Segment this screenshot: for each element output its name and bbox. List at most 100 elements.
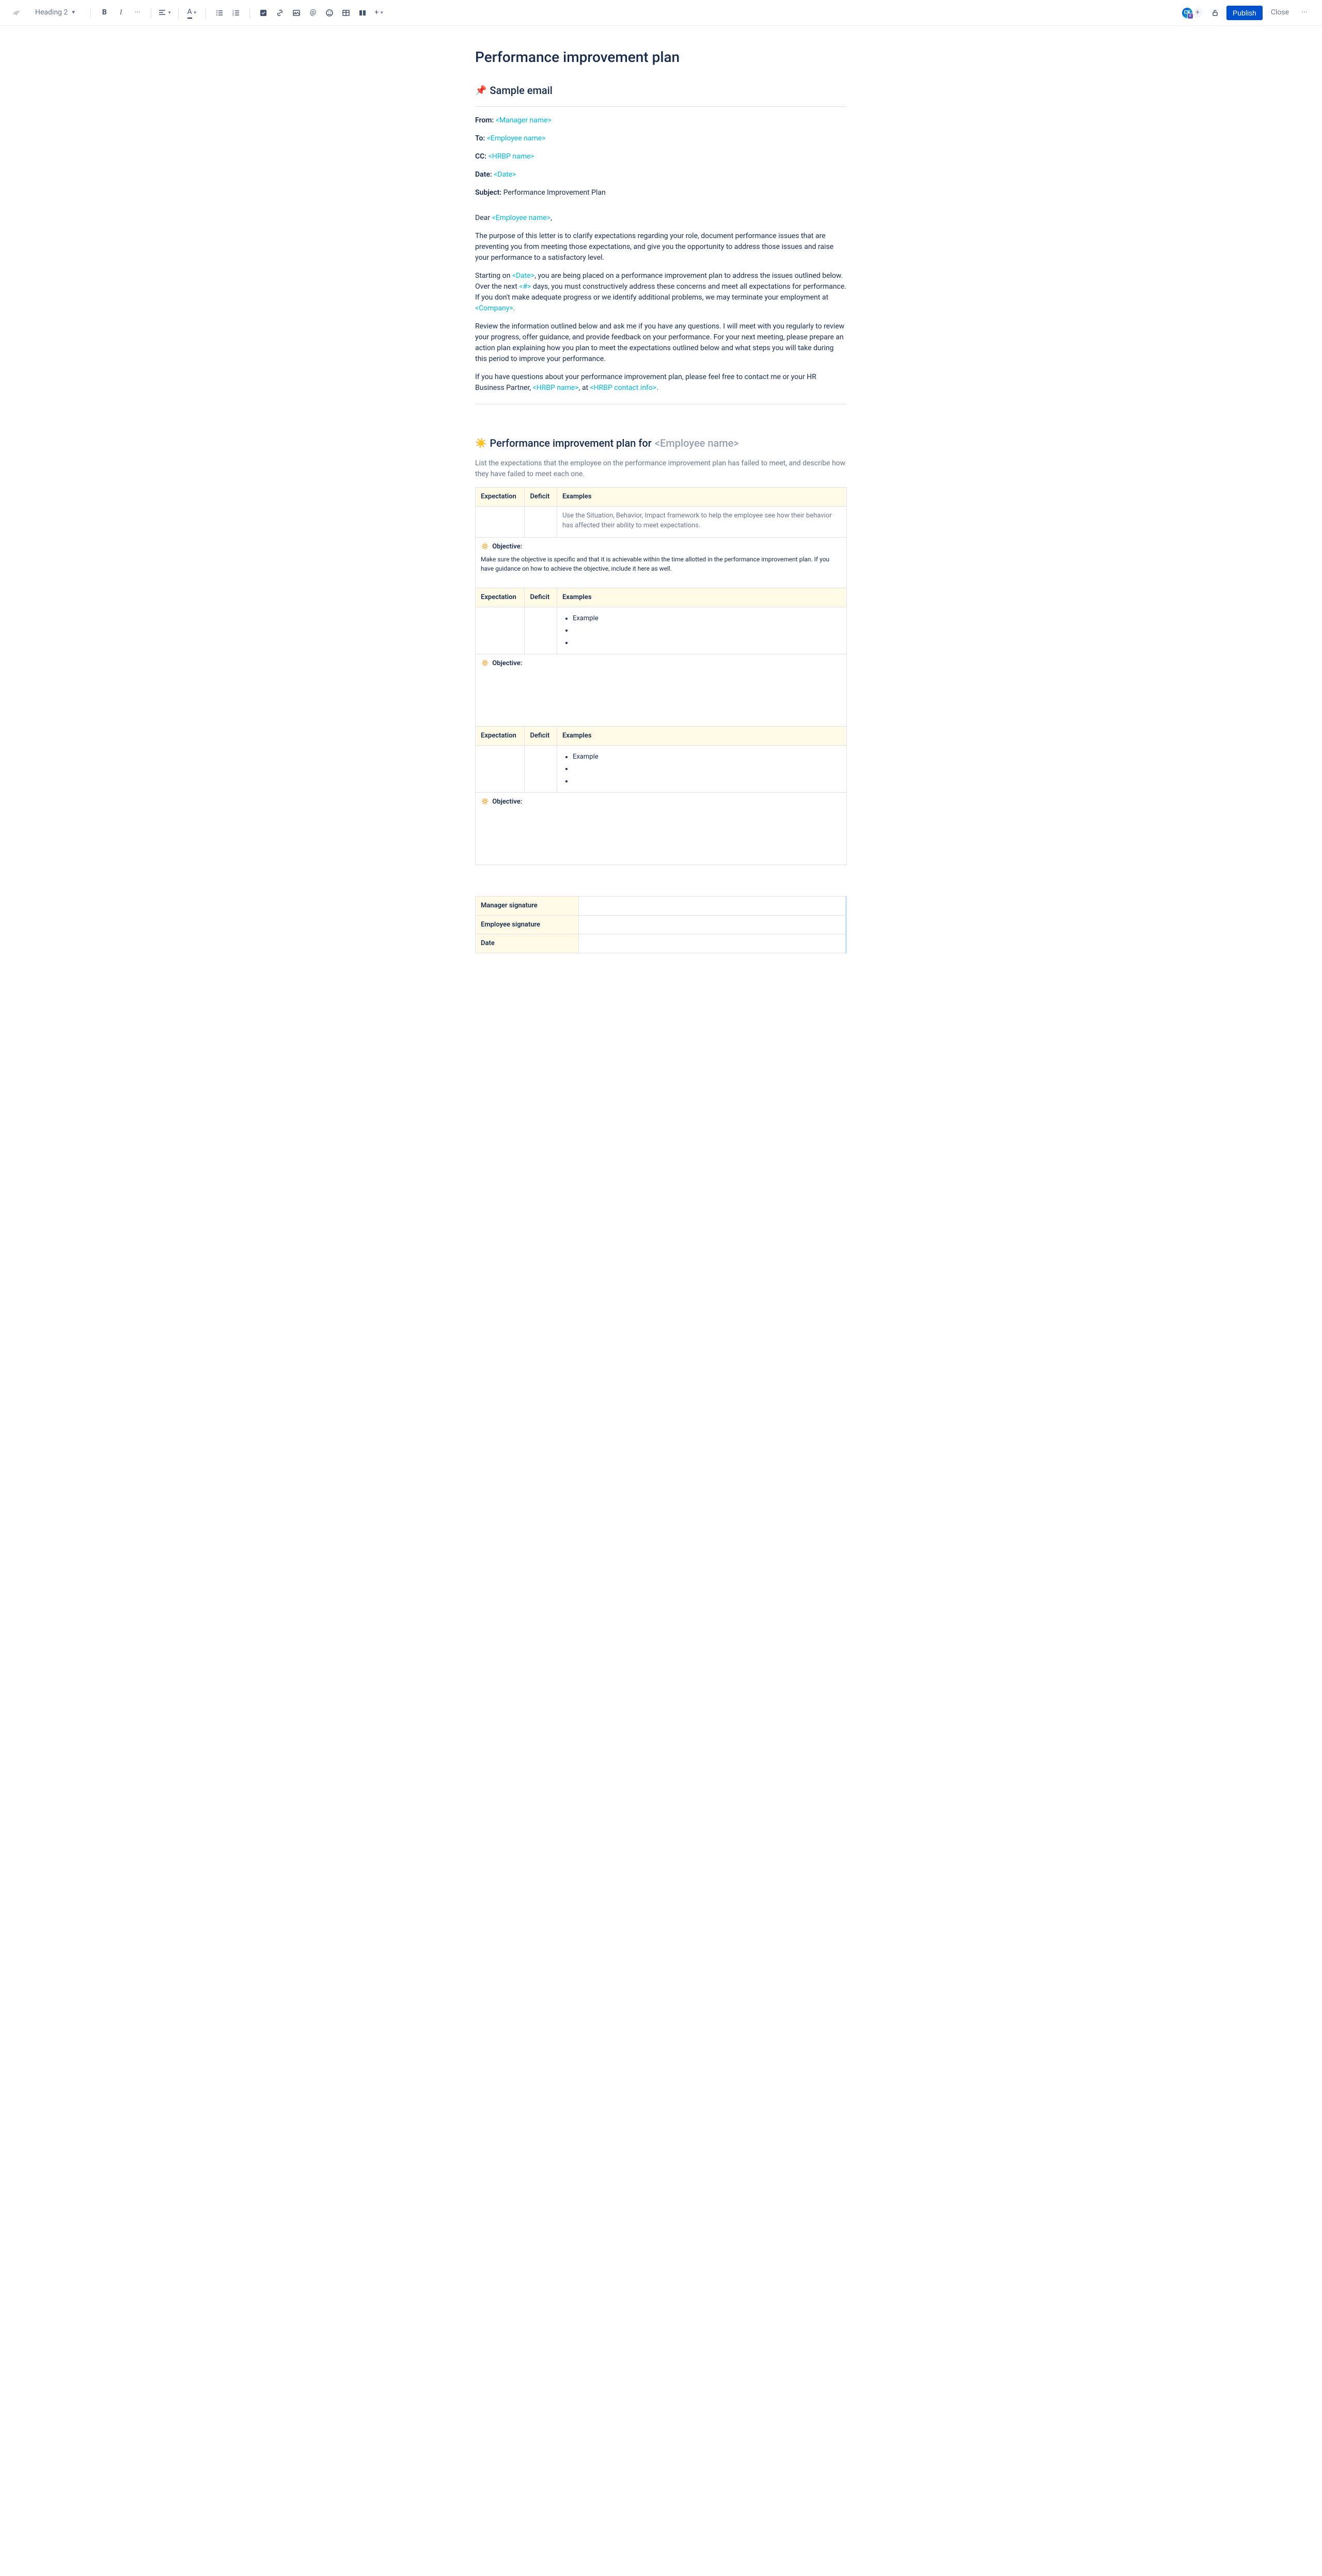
divider [249, 8, 250, 18]
text-style-select[interactable]: Heading 2 ▼ [31, 5, 80, 20]
cell-expectation[interactable] [476, 745, 525, 793]
sig-date-cell[interactable] [579, 934, 846, 953]
cell-examples[interactable]: Example [557, 607, 846, 654]
divider [90, 8, 91, 18]
sig-employee-cell[interactable] [579, 915, 846, 934]
table-row: Example [476, 745, 847, 793]
list-item: Example [573, 614, 841, 624]
p4-hrbp: <HRBP name> [532, 384, 578, 392]
objective-row: 🔅 Objective: [476, 793, 847, 865]
cc-value: <HRBP name> [489, 152, 534, 161]
cell-deficit[interactable] [525, 506, 557, 537]
th-expectation: Expectation [476, 588, 525, 607]
cell-deficit[interactable] [525, 745, 557, 793]
sun-outline-icon: 🔅 [481, 658, 489, 669]
cell-examples[interactable]: Use the Situation, Behavior, Impact fram… [557, 506, 846, 537]
th-deficit: Deficit [525, 588, 557, 607]
bullet-list-button[interactable] [212, 6, 227, 20]
p4-text: , at [579, 384, 590, 392]
avatar-group: CK c + [1181, 7, 1204, 19]
cell-expectation[interactable] [476, 607, 525, 654]
greeting-prefix: Dear [475, 214, 492, 222]
more-actions-button[interactable]: ··· [1297, 6, 1312, 20]
cell-expectation[interactable] [476, 506, 525, 537]
th-examples: Examples [557, 488, 846, 507]
list-item [573, 764, 841, 774]
th-examples: Examples [557, 727, 846, 746]
page-title: Performance improvement plan [475, 46, 847, 68]
mention-button[interactable]: @ [306, 6, 320, 20]
bold-button[interactable]: B [97, 6, 112, 20]
email-p4: If you have questions about your perform… [475, 372, 847, 394]
app-logo[interactable] [10, 7, 23, 19]
th-deficit: Deficit [525, 727, 557, 746]
link-button[interactable] [273, 6, 287, 20]
sample-email-heading: 📌 Sample email [475, 83, 847, 98]
more-format-button[interactable]: ··· [130, 6, 145, 20]
heading-text: Sample email [490, 83, 552, 98]
objective-cell[interactable]: 🔅 Objective: Make sure the objective is … [476, 537, 847, 588]
th-deficit: Deficit [525, 488, 557, 507]
publish-button[interactable]: Publish [1226, 6, 1263, 20]
cc-label: CC: [475, 152, 486, 161]
signature-table[interactable]: Manager signature Employee signature Dat… [475, 896, 847, 953]
email-p2: Starting on <Date>, you are being placed… [475, 271, 847, 314]
table-header-row: Expectation Deficit Examples [476, 727, 847, 746]
align-button[interactable]: ▼ [158, 6, 172, 20]
th-examples: Examples [557, 588, 846, 607]
objective-row: 🔅 Objective: Make sure the objective is … [476, 537, 847, 588]
email-from: From: <Manager name> [475, 115, 847, 126]
insert-button[interactable]: +▼ [372, 6, 386, 20]
objective-desc: Make sure the objective is specific and … [481, 555, 841, 573]
pushpin-icon: 📌 [475, 84, 486, 98]
emoji-button[interactable] [322, 6, 337, 20]
sun-outline-icon: 🔅 [481, 542, 489, 552]
expectations-table-1[interactable]: Expectation Deficit Examples Use the Sit… [475, 487, 847, 865]
to-value: <Employee name> [487, 134, 546, 143]
sig-manager-cell[interactable] [579, 897, 846, 916]
date-value: <Date> [494, 170, 516, 179]
action-item-button[interactable] [256, 6, 271, 20]
italic-button[interactable]: I [114, 6, 128, 20]
to-label: To: [475, 134, 485, 143]
p2-text: days, you must constructively address th… [475, 282, 846, 302]
avatar[interactable]: CK c [1181, 7, 1193, 19]
chevron-down-icon: ▼ [71, 9, 76, 17]
sig-date-label: Date [476, 934, 579, 953]
email-p3: Review the information outlined below an… [475, 321, 847, 365]
table-row: Date [476, 934, 846, 953]
objective-cell[interactable]: 🔅 Objective: [476, 793, 847, 865]
image-button[interactable] [289, 6, 304, 20]
document-body[interactable]: Performance improvement plan 📌 Sample em… [465, 26, 857, 980]
table-row: Use the Situation, Behavior, Impact fram… [476, 506, 847, 537]
objective-text: Objective: [492, 542, 522, 552]
email-date: Date: <Date> [475, 169, 847, 180]
objective-text: Objective: [492, 797, 522, 807]
list-item: Example [573, 752, 841, 762]
table-row: Example [476, 607, 847, 654]
sun-icon: ☀️ [475, 436, 486, 450]
objective-cell[interactable]: 🔅 Objective: [476, 654, 847, 727]
cell-deficit[interactable] [525, 607, 557, 654]
examples-list: Example [562, 614, 841, 648]
color-button[interactable]: A▼ [185, 6, 199, 20]
table-row: Manager signature [476, 897, 846, 916]
examples-list: Example [562, 752, 841, 787]
pip-intro: List the expectations that the employee … [475, 458, 847, 480]
objective-label: 🔅 Objective: [481, 658, 841, 669]
email-cc: CC: <HRBP name> [475, 151, 847, 162]
table-row: Employee signature [476, 915, 846, 934]
toolbar-right: CK c + Publish Close ··· [1181, 4, 1312, 21]
cell-examples[interactable]: Example [557, 745, 846, 793]
number-list-button[interactable]: 123 [229, 6, 243, 20]
from-value: <Manager name> [496, 116, 552, 124]
close-button[interactable]: Close [1267, 4, 1293, 21]
restrictions-button[interactable] [1208, 6, 1222, 20]
p2-date: <Date> [512, 272, 534, 280]
table-button[interactable] [339, 6, 353, 20]
list-item [573, 638, 841, 648]
layout-button[interactable] [355, 6, 370, 20]
objective-text: Objective: [492, 658, 522, 669]
svg-text:3: 3 [232, 14, 234, 17]
toolbar-left: Heading 2 ▼ B I ··· ▼ A▼ 123 @ [10, 5, 1179, 20]
